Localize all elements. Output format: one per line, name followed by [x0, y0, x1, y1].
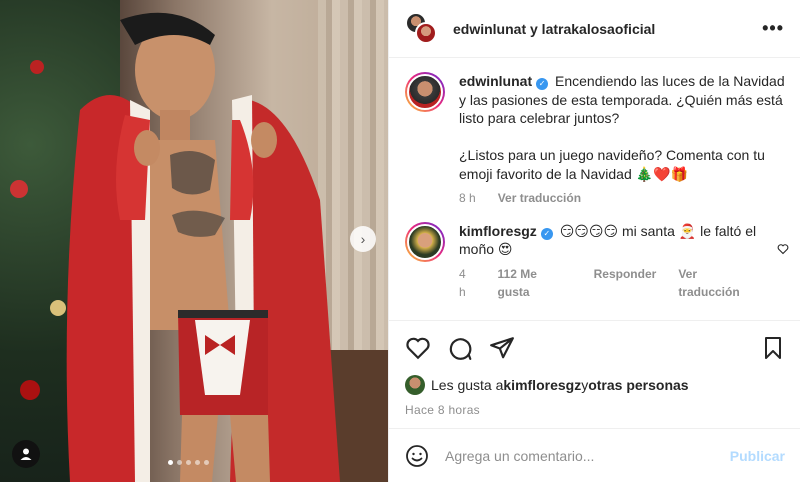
verified-icon: ✓ [536, 78, 549, 90]
post-media[interactable]: › [0, 0, 388, 482]
carousel-dot [168, 460, 173, 465]
instagram-post: › edwinlunat y latrakalosaoficial ••• ed… [0, 0, 800, 482]
translate-link[interactable]: Ver traducción [678, 265, 761, 302]
carousel-dot [204, 460, 209, 465]
likes-prefix: Les gusta a [431, 377, 504, 393]
more-horizontal-icon[interactable]: ••• [762, 18, 784, 39]
next-slide-button[interactable]: › [350, 226, 376, 252]
comment-input[interactable] [445, 447, 730, 464]
like-heart-icon[interactable] [405, 335, 431, 361]
caption-text-2: ¿Listos para un juego navideño? Comenta … [459, 147, 765, 182]
avatar [405, 375, 425, 395]
verified-icon: ✓ [540, 227, 553, 240]
user-icon [20, 448, 32, 460]
comment-bubble-icon[interactable] [447, 335, 473, 361]
collab-avatars[interactable] [405, 11, 439, 46]
caption-meta: 8 h Ver traducción [459, 189, 785, 208]
carousel-dot [186, 460, 191, 465]
comment: kimfloresgz ✓ 😏😏😏😏 mi santa 🎅 le faltó el… [405, 221, 785, 302]
likes-others[interactable]: otras personas [588, 377, 688, 393]
comment-composer: Publicar [389, 428, 800, 482]
post-header: edwinlunat y latrakalosaoficial ••• [389, 0, 800, 58]
likes-user[interactable]: kimfloresgz [503, 377, 581, 393]
reply-link[interactable]: Responder [594, 265, 657, 302]
comments-section: edwinlunat ✓ Encendiendo las luces de la … [389, 58, 800, 320]
bookmark-icon[interactable] [761, 336, 785, 360]
publish-button[interactable]: Publicar [730, 448, 785, 464]
likes-summary: Les gusta a kimfloresgz y otras personas [405, 375, 785, 395]
carousel-dot [195, 460, 200, 465]
share-send-icon[interactable] [489, 335, 515, 361]
avatar[interactable] [405, 221, 445, 262]
comment-likes[interactable]: 112 Me gusta [498, 265, 572, 302]
avatar [415, 21, 437, 44]
emoji-icon[interactable] [405, 444, 429, 468]
like-comment-heart-icon[interactable] [777, 243, 789, 255]
caption: edwinlunat ✓ Encendiendo las luces de la … [405, 72, 785, 208]
comment-time: 4 h [459, 266, 466, 300]
person-in-santa-robe [66, 12, 340, 482]
comment-username[interactable]: kimfloresgz [459, 223, 537, 239]
likes-mid: y [581, 377, 589, 393]
translate-link[interactable]: Ver traducción [498, 189, 581, 208]
avatar[interactable] [405, 72, 445, 112]
post-authors[interactable]: edwinlunat y latrakalosaoficial [453, 21, 762, 37]
comment-meta: 4 h 112 Me gusta Responder Ver traducció… [459, 265, 761, 302]
tagged-users-button[interactable] [12, 440, 40, 468]
carousel-dot [177, 460, 182, 465]
post-panel: edwinlunat y latrakalosaoficial ••• edwi… [388, 0, 800, 482]
caption-time: 8 h [459, 191, 476, 205]
post-actions: Les gusta a kimfloresgz y otras personas… [389, 320, 800, 424]
carousel-indicator [168, 460, 209, 465]
caption-username[interactable]: edwinlunat [459, 73, 532, 89]
post-time: Hace 8 horas [405, 403, 480, 417]
